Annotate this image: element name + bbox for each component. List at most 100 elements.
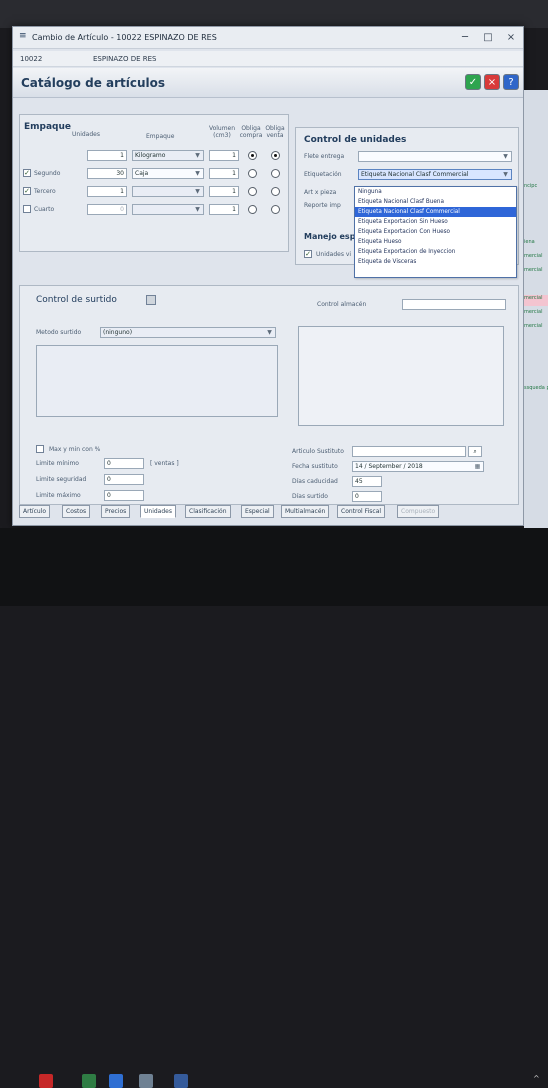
chevron-down-icon: ▼ [195,170,200,177]
item-code: 10022 [20,55,43,63]
volume-row-1[interactable]: 1 [209,150,239,161]
substitute-article-field[interactable] [352,446,466,457]
title-bar: ≡ Cambio de Artículo - 10022 ESPINAZO DE… [13,27,523,49]
item-name: ESPINAZO DE RES [93,55,157,63]
delivery-freight-select[interactable]: ▼ [358,151,512,162]
minimize-icon[interactable]: ─ [455,30,475,45]
labeling-option-national-commercial[interactable]: Etiqueta Nacional Clasf Commercial [355,207,516,217]
sell-required-row-3[interactable] [271,187,280,196]
labeling-option-none[interactable]: Ninguna [355,187,516,197]
volume-row-3[interactable]: 1 [209,186,239,197]
accept-button[interactable]: ✓ [465,74,481,90]
max-min-checkbox[interactable] [36,445,44,453]
sell-required-header: Obliga venta [265,125,285,139]
package-row-4-select[interactable]: ▼ [132,204,204,215]
buy-required-row-3[interactable] [248,187,257,196]
labeling-label: Etiquetación [304,171,342,178]
maximum-limit-label: Limite máximo [36,492,81,499]
labeling-option-export-no-bone[interactable]: Etiqueta Exportacion Sin Hueso [355,217,516,227]
tab-multiwarehouse[interactable]: Multialmacén [281,505,330,518]
tab-fiscal-control[interactable]: Control Fiscal [337,505,386,518]
sell-required-row-2[interactable] [271,169,280,178]
pdf-icon[interactable] [39,1074,53,1088]
buy-required-header: Obliga compra [239,125,263,139]
maximize-icon[interactable]: □ [478,30,498,45]
third-checkbox[interactable]: ✓ [23,187,31,195]
tab-compound[interactable]: Compuesto [397,505,440,518]
notification-icon[interactable]: ^ [533,1074,540,1083]
delivery-freight-label: Flete entrega [304,153,345,160]
item-code-row: 10022 ESPINAZO DE RES [13,51,523,67]
network-icon[interactable] [139,1074,153,1088]
tab-special[interactable]: Especial [241,505,274,518]
package-row-3-select[interactable]: ▼ [132,186,204,197]
app-icon: ≡ [19,31,27,41]
app-icon[interactable] [109,1074,123,1088]
chevron-down-icon: ▼ [195,188,200,195]
fulfillment-days-field[interactable]: 0 [352,491,382,502]
tab-classification[interactable]: Clasificación [185,505,231,518]
safety-limit-label: Limite seguridad [36,476,87,483]
close-icon[interactable]: × [501,30,521,45]
minimum-limit-field[interactable]: 0 [104,458,144,469]
warehouse-control-field[interactable] [402,299,506,310]
excel-icon[interactable] [82,1074,96,1088]
background-window-strip: ncipc iena mercial mercial mercial merci… [524,90,548,530]
volume-row-4[interactable]: 1 [209,204,239,215]
labeling-dropdown[interactable]: Ninguna Etiqueta Nacional Clasf Buena Et… [354,186,517,278]
special-handling-title: Manejo esp [304,232,356,241]
photo-top-background [0,0,548,28]
tab-units[interactable]: Unidades [140,505,176,518]
sales-label: [ ventas ] [150,460,179,467]
empaque-title: Empaque [24,122,71,132]
package-row-2-select[interactable]: Caja ▼ [132,168,204,179]
window-title: Cambio de Artículo - 10022 ESPINAZO DE R… [32,33,217,42]
package-row-1-select[interactable]: Kilogramo ▼ [132,150,204,161]
units-row-2[interactable]: 30 [87,168,127,179]
labeling-option-viscera[interactable]: Etiqueta de Visceras [355,257,516,267]
units-row-3[interactable]: 1 [87,186,127,197]
labeling-value: Etiqueta Nacional Clasf Commercial [361,171,469,178]
tab-article[interactable]: Artículo [19,505,51,518]
empaque-section: Empaque Unidades Empaque Volumen (cm3) O… [19,114,289,252]
labeling-option-bone[interactable]: Etiqueta Hueso [355,237,516,247]
help-button[interactable]: ? [503,74,519,90]
search-icon[interactable]: ⌕ [468,446,482,457]
method-select[interactable]: (ninguno) ▼ [100,327,276,338]
labeling-option-injection-export[interactable]: Etiqueta Exportacion de Inyeccion [355,247,516,257]
maximum-limit-field[interactable]: 0 [104,490,144,501]
method-value: (ninguno) [103,329,133,336]
safety-limit-field[interactable]: 0 [104,474,144,485]
calendar-icon: ▦ [474,463,481,470]
package-row-2-value: Caja [135,170,149,177]
background-text: mercial [524,253,543,259]
units-row-4[interactable]: 0 [87,204,127,215]
labeling-select[interactable]: Etiqueta Nacional Clasf Commercial ▼ [358,169,512,180]
units-row-1[interactable]: 1 [87,150,127,161]
unit-control-title: Control de unidades [304,135,407,145]
second-checkbox[interactable]: ✓ [23,169,31,177]
labeling-option-export-with-bone[interactable]: Etiqueta Exportacion Con Hueso [355,227,516,237]
fourth-checkbox[interactable] [23,205,31,213]
cancel-button[interactable]: × [484,74,500,90]
tab-costs[interactable]: Costos [62,505,91,518]
units-visible-label: Unidades vi [316,251,352,258]
surtido-section: Control de surtido Control almacén Metod… [19,285,519,505]
units-visible-checkbox[interactable]: ✓ [304,250,312,258]
labeling-option-national-good[interactable]: Etiqueta Nacional Clasf Buena [355,197,516,207]
item-change-window: ≡ Cambio de Artículo - 10022 ESPINAZO DE… [12,26,524,526]
sell-required-row-1[interactable] [271,151,280,160]
buy-required-row-2[interactable] [248,169,257,178]
expiry-days-field[interactable]: 45 [352,476,382,487]
tab-prices[interactable]: Precios [101,505,131,518]
buy-required-row-4[interactable] [248,205,257,214]
buy-required-row-1[interactable] [248,151,257,160]
substitute-date-picker[interactable]: 14 / September / 2018 ▦ [352,461,484,472]
document-icon[interactable] [174,1074,188,1088]
sell-required-row-4[interactable] [271,205,280,214]
background-text: mercial [524,323,543,329]
volume-row-2[interactable]: 1 [209,168,239,179]
surtido-toggle[interactable] [146,295,156,305]
article-per-piece-label: Art x pieza [304,189,337,196]
method-notes-box[interactable] [36,345,278,417]
